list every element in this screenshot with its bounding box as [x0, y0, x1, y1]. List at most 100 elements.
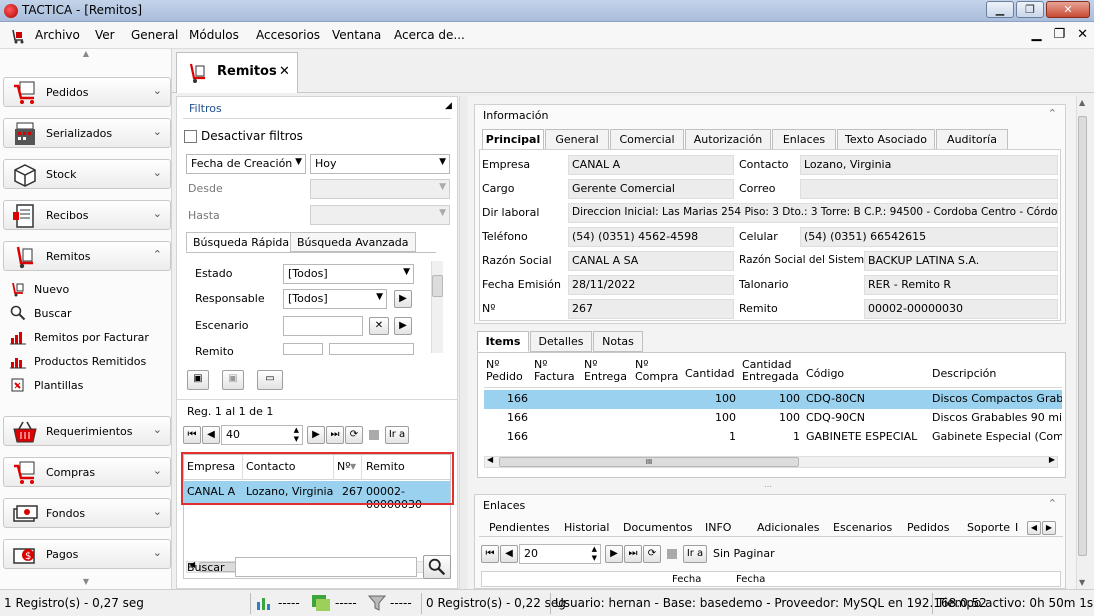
disable-filters-checkbox[interactable] [184, 130, 197, 143]
enlaces-page-size-field[interactable]: 20 ▲ ▼ [519, 544, 601, 564]
col-entrega[interactable]: Nº Entrega [584, 359, 627, 383]
scroll-right-icon[interactable]: ▶ [1049, 455, 1055, 464]
tab-adicionales[interactable]: Adicionales [757, 521, 819, 534]
escenario-next-button[interactable]: ▶ [394, 317, 412, 335]
tab-soporte[interactable]: Soporte [967, 521, 1010, 534]
sidebar-cat-requerimientos[interactable]: Requerimientos ⌄ [3, 416, 171, 446]
menu-ver[interactable]: Ver [95, 28, 115, 42]
refresh-icon[interactable]: ⟳ [643, 545, 661, 563]
save-icon[interactable]: ▣ [187, 370, 209, 390]
scroll-thumb[interactable]: III [499, 457, 799, 467]
goto-button[interactable]: Ir a [683, 545, 707, 563]
sidebar-cat-remitos[interactable]: Remitos ⌃ [3, 241, 171, 271]
mdi-close-button[interactable]: ✕ [1077, 27, 1088, 42]
sidebar-item-remitos-por-facturar[interactable]: Remitos por Facturar [10, 327, 149, 347]
stop-icon[interactable] [369, 430, 379, 440]
next-page-button[interactable]: ▶ [307, 426, 325, 444]
tab-pendientes[interactable]: Pendientes [489, 521, 550, 534]
menu-general[interactable]: General [131, 28, 178, 42]
next-page-button[interactable]: ▶ [605, 545, 623, 563]
menu-ventana[interactable]: Ventana [332, 28, 381, 42]
table-row[interactable]: 166 1 1 GABINETE ESPECIAL Gabinete Espec… [484, 428, 1062, 447]
filter-scrollbar[interactable] [431, 261, 443, 353]
sidebar-cat-compras[interactable]: Compras ⌄ [3, 457, 171, 487]
col-descripcion[interactable]: Descripción [932, 367, 996, 380]
tab-documentos[interactable]: Documentos [623, 521, 692, 534]
col-factura[interactable]: Nº Factura [534, 359, 575, 383]
tabs-scroll-right-button[interactable]: ▶ [1042, 521, 1056, 535]
last-page-button[interactable]: ⏭ [624, 545, 642, 563]
items-hscrollbar[interactable]: ◀ III ▶ [484, 455, 1058, 468]
tab-comercial[interactable]: Comercial [610, 129, 684, 150]
tab-auditoria[interactable]: Auditoría [936, 129, 1008, 150]
table-row[interactable]: 166 100 100 CDQ-80CN Discos Compactos Gr… [484, 390, 1062, 409]
app-menu-icon[interactable] [10, 28, 26, 44]
scroll-down-icon[interactable]: ▼ [1079, 578, 1085, 587]
tab-busqueda-avanzada[interactable]: Búsqueda Avanzada [290, 232, 416, 252]
first-page-button[interactable]: ⏮ [481, 545, 499, 563]
tab-pedidos[interactable]: Pedidos [907, 521, 950, 534]
mdi-minimize-button[interactable]: ▁ [1031, 27, 1041, 42]
menu-archivo[interactable]: Archivo [35, 28, 80, 42]
chevron-up-icon[interactable]: ⌃ [1048, 497, 1057, 510]
buscar-input[interactable] [235, 557, 417, 577]
date-range-select[interactable]: Hoy ▼ [310, 154, 450, 174]
prev-page-button[interactable]: ◀ [500, 545, 518, 563]
search-button[interactable] [423, 555, 451, 579]
stop-icon[interactable] [667, 549, 677, 559]
last-page-button[interactable]: ⏭ [326, 426, 344, 444]
tab-enlaces[interactable]: Enlaces [772, 129, 836, 150]
responsable-select[interactable]: [Todos] ▼ [283, 289, 387, 309]
tab-detalles[interactable]: Detalles [530, 331, 592, 352]
scroll-left-icon[interactable]: ◀ [487, 455, 493, 464]
col-pedido[interactable]: Nº Pedido [486, 359, 523, 383]
col-compra[interactable]: Nº Compra [635, 359, 678, 383]
sidebar-cat-stock[interactable]: Stock ⌄ [3, 159, 171, 189]
tab-general[interactable]: General [545, 129, 609, 150]
tabs-scroll-left-button[interactable]: ◀ [1027, 521, 1041, 535]
responsable-next-button[interactable]: ▶ [394, 290, 412, 308]
sidebar-cat-recibos[interactable]: Recibos ⌄ [3, 200, 171, 230]
tab-historial[interactable]: Historial [564, 521, 609, 534]
scroll-up-icon[interactable]: ▲ [1079, 98, 1085, 107]
sidebar-item-buscar[interactable]: Buscar [10, 303, 72, 323]
table-row[interactable]: 166 100 100 CDQ-90CN Discos Grabables 90… [484, 409, 1062, 428]
refresh-icon[interactable]: ⟳ [345, 426, 363, 444]
sidebar-item-plantillas[interactable]: Plantillas [10, 375, 83, 395]
collapse-icon[interactable]: ◢ [445, 101, 452, 111]
first-page-button[interactable]: ⏮ [183, 426, 201, 444]
escenario-field[interactable] [283, 316, 363, 336]
prev-page-button[interactable]: ◀ [202, 426, 220, 444]
clear-escenario-button[interactable]: ✕ [369, 317, 389, 335]
tab-more[interactable]: I [1015, 521, 1018, 534]
scroll-thumb[interactable] [1078, 116, 1087, 556]
horizontal-splitter[interactable]: ⋯ [764, 482, 772, 491]
col-codigo[interactable]: Código [806, 367, 844, 380]
tab-principal[interactable]: Principal [482, 129, 544, 150]
menu-accesorios[interactable]: Accesorios [256, 28, 320, 42]
sidebar-cat-pedidos[interactable]: Pedidos ⌄ [3, 77, 171, 107]
tab-autorizacion[interactable]: Autorización [685, 129, 771, 150]
remito-from-field[interactable] [283, 343, 323, 355]
page-size-field[interactable]: 40 ▲ ▼ [221, 425, 303, 445]
spinner-icon[interactable]: ▲ ▼ [592, 545, 597, 563]
remito-to-field[interactable] [329, 343, 414, 355]
col-cantidad[interactable]: Cantidad [685, 367, 734, 380]
tab-info[interactable]: INFO [705, 521, 731, 534]
save-as-icon[interactable]: ▣ [222, 370, 244, 390]
menu-modulos[interactable]: Módulos [189, 28, 239, 42]
vertical-splitter[interactable] [459, 96, 467, 589]
scroll-thumb[interactable] [432, 275, 443, 297]
col-entregada[interactable]: Cantidad Entregada [742, 359, 799, 383]
tab-remitos[interactable]: Remitos ✕ [176, 52, 298, 93]
sidebar-scroll-down-icon[interactable]: ▼ [0, 577, 172, 587]
sidebar-item-productos-remitidos[interactable]: Productos Remitidos [10, 351, 146, 371]
mdi-restore-button[interactable]: ❐ [1053, 27, 1065, 42]
date-type-select[interactable]: Fecha de Creación ▼ [186, 154, 306, 174]
maximize-button[interactable]: ❐ [1016, 1, 1044, 18]
sidebar-cat-fondos[interactable]: Fondos ⌄ [3, 498, 171, 528]
tab-items[interactable]: Items [477, 331, 529, 352]
close-button[interactable]: ✕ [1046, 1, 1090, 18]
goto-button[interactable]: Ir a [385, 426, 409, 444]
menu-acerca[interactable]: Acerca de... [394, 28, 465, 42]
